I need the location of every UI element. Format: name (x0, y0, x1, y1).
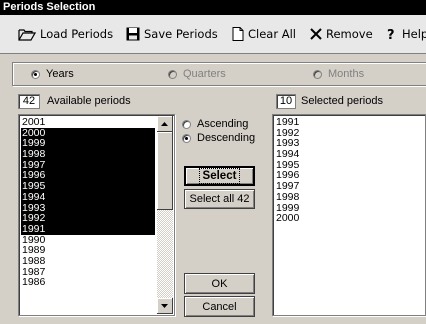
selected-periods-label: Selected periods (301, 95, 383, 107)
ok-label: OK (211, 277, 228, 290)
radio-quarters[interactable]: Quarters (168, 68, 226, 80)
radio-indicator (313, 69, 322, 79)
load-periods-button[interactable]: Load Periods (18, 25, 113, 43)
list-item[interactable]: 1991 (21, 224, 155, 235)
available-items: 2001 2000 1999 1998 1997 1996 1995 1994 1993 1992… (21, 117, 155, 288)
help-label: Help (402, 27, 426, 41)
radio-descending-label: Descending (197, 132, 256, 144)
folder-open-icon (18, 29, 36, 41)
list-item[interactable]: 2000 (275, 213, 299, 224)
radio-descending[interactable]: Descending (182, 132, 255, 144)
cancel-button[interactable]: Cancel (184, 296, 255, 317)
svg-text:?: ? (387, 28, 395, 41)
arrow-down-icon (161, 303, 168, 308)
available-count: 42 (18, 94, 40, 109)
scroll-thumb[interactable] (157, 132, 173, 210)
radio-years[interactable]: Years (31, 68, 74, 80)
radio-months[interactable]: Months (313, 68, 364, 80)
selected-items: 1991 1992 1993 1994 1995 1996 1997 1998 1999 2000 (275, 117, 299, 224)
period-type-group: Years Quarters Months (12, 62, 426, 86)
window-title: Periods Selection (0, 0, 426, 15)
help-button[interactable]: ? Help (387, 25, 426, 43)
clear-all-button[interactable]: Clear All (232, 25, 296, 43)
list-item[interactable]: 1998 (275, 192, 299, 203)
blank-page-icon (232, 27, 244, 41)
save-periods-label: Save Periods (144, 27, 218, 41)
load-periods-label: Load Periods (40, 27, 114, 41)
select-all-button[interactable]: Select all 42 (184, 189, 255, 209)
select-all-label: Select all 42 (189, 193, 250, 205)
cancel-label: Cancel (202, 300, 237, 313)
radio-months-label: Months (328, 68, 365, 80)
save-periods-button[interactable]: Save Periods (126, 25, 218, 43)
radio-ascending[interactable]: Ascending (182, 118, 248, 130)
remove-button[interactable]: Remove (310, 25, 373, 43)
ok-button[interactable]: OK (184, 273, 255, 294)
radio-quarters-label: Quarters (183, 68, 226, 80)
radio-years-label: Years (46, 68, 74, 80)
radio-indicator (182, 119, 191, 129)
list-item[interactable]: 1994 (21, 192, 155, 203)
floppy-disk-icon (126, 27, 140, 41)
radio-ascending-label: Ascending (197, 118, 249, 130)
scroll-up-button[interactable] (157, 116, 173, 132)
clear-all-label: Clear All (248, 27, 296, 41)
radio-indicator (31, 69, 40, 79)
radio-indicator (182, 133, 191, 143)
list-item[interactable]: 1986 (21, 277, 155, 288)
toolbar-divider (0, 53, 426, 54)
select-button[interactable]: Select (184, 166, 255, 186)
x-remove-icon (310, 28, 322, 40)
scroll-down-button[interactable] (157, 298, 173, 314)
arrow-up-icon (161, 121, 168, 126)
select-button-label: Select (198, 168, 241, 184)
available-scrollbar[interactable] (157, 116, 173, 314)
question-mark-icon: ? (387, 28, 395, 41)
selected-periods-list[interactable]: 1991 1992 1993 1994 1995 1996 1997 1998 1999 2000 (272, 114, 426, 316)
available-periods-label: Available periods (47, 95, 131, 107)
available-periods-list[interactable]: 2001 2000 1999 1998 1997 1996 1995 1994 1993 1992… (18, 114, 175, 316)
selected-count: 10 (276, 94, 296, 109)
toolbar: Load Periods Save Periods Clear All Remo… (0, 15, 426, 53)
radio-indicator (168, 69, 177, 79)
remove-label: Remove (326, 27, 373, 41)
